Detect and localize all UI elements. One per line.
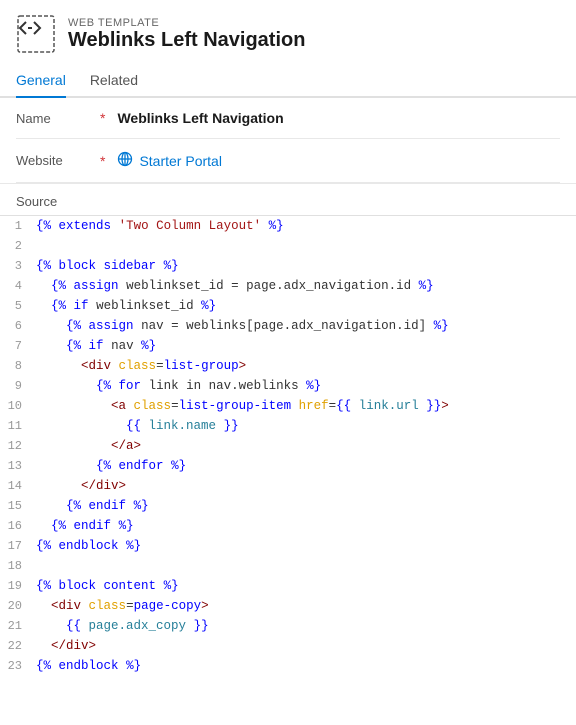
- name-required-star: *: [100, 110, 105, 126]
- code-line: 10 <a class=list-group-item href={{ link…: [0, 396, 576, 416]
- code-line: 6 {% assign nav = weblinks[page.adx_navi…: [0, 316, 576, 336]
- code-line: 19 {% block content %}: [0, 576, 576, 596]
- code-line: 1 {% extends 'Two Column Layout' %}: [0, 216, 576, 236]
- website-value: Starter Portal: [139, 153, 221, 169]
- header-text: WEB TEMPLATE Weblinks Left Navigation: [68, 17, 305, 52]
- code-line: 21 {{ page.adx_copy }}: [0, 616, 576, 636]
- code-line: 20 <div class=page-copy>: [0, 596, 576, 616]
- tab-related[interactable]: Related: [90, 64, 138, 98]
- page-type-label: WEB TEMPLATE: [68, 17, 305, 29]
- tabs-bar: General Related: [0, 64, 576, 98]
- code-line: 13 {% endfor %}: [0, 456, 576, 476]
- code-line: 17 {% endblock %}: [0, 536, 576, 556]
- code-line: 12 </a>: [0, 436, 576, 456]
- website-field-row: Website * Starter Portal: [16, 139, 560, 183]
- code-line: 11 {{ link.name }}: [0, 416, 576, 436]
- code-line: 14 </div>: [0, 476, 576, 496]
- name-label: Name: [16, 111, 96, 126]
- website-required-star: *: [100, 153, 105, 169]
- fields-section: Name * Weblinks Left Navigation Website …: [0, 98, 576, 183]
- globe-icon: [117, 151, 133, 170]
- code-line: 2: [0, 236, 576, 256]
- code-line: 3 {% block sidebar %}: [0, 256, 576, 276]
- code-line: 15 {% endif %}: [0, 496, 576, 516]
- code-line: 16 {% endif %}: [0, 516, 576, 536]
- tab-general[interactable]: General: [16, 64, 66, 98]
- code-editor[interactable]: 1 {% extends 'Two Column Layout' %} 2 3 …: [0, 215, 576, 676]
- code-line: 8 <div class=list-group>: [0, 356, 576, 376]
- code-line: 22 </div>: [0, 636, 576, 656]
- code-line: 5 {% if weblinkset_id %}: [0, 296, 576, 316]
- code-line: 23 {% endblock %}: [0, 656, 576, 676]
- code-line: 4 {% assign weblinkset_id = page.adx_nav…: [0, 276, 576, 296]
- source-section-header: Source: [0, 183, 576, 215]
- code-line: 18: [0, 556, 576, 576]
- name-field-row: Name * Weblinks Left Navigation: [16, 98, 560, 139]
- page-title: Weblinks Left Navigation: [68, 29, 305, 52]
- source-label: Source: [16, 194, 57, 209]
- website-label: Website: [16, 153, 96, 168]
- page-header: WEB TEMPLATE Weblinks Left Navigation: [0, 0, 576, 64]
- web-template-icon: [16, 14, 56, 54]
- code-line: 9 {% for link in nav.weblinks %}: [0, 376, 576, 396]
- website-link[interactable]: Starter Portal: [117, 151, 221, 170]
- name-value: Weblinks Left Navigation: [117, 110, 283, 126]
- code-line: 7 {% if nav %}: [0, 336, 576, 356]
